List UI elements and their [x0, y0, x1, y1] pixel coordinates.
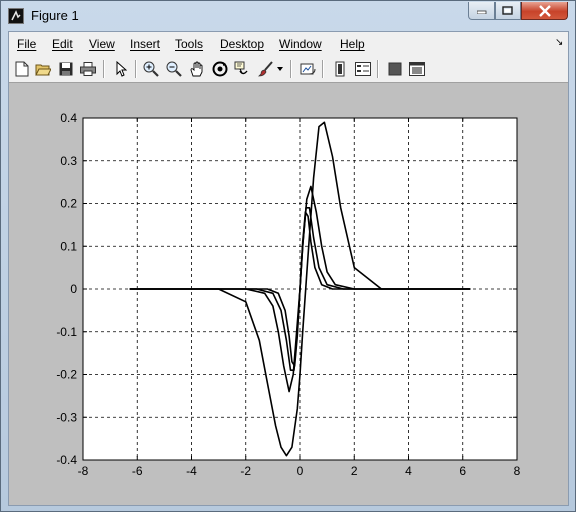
toolbar-separator: [290, 60, 292, 78]
print-icon[interactable]: [79, 60, 97, 78]
line-plot[interactable]: -8 -6 -4 -2 0 2 4 6 8 0.4 0.3 0.2 0.1 0 -0.1 -0.2 -0.3 -0…: [9, 83, 568, 505]
x-tick-label: 8: [514, 464, 521, 478]
menu-window[interactable]: Window: [279, 37, 322, 51]
x-tick-label: 2: [351, 464, 358, 478]
y-tick-label: 0.2: [60, 197, 77, 211]
x-tick-label: 4: [405, 464, 412, 478]
matlab-figure-icon: [8, 8, 24, 24]
menu-desktop[interactable]: Desktop: [220, 37, 264, 51]
toolbar-separator: [103, 60, 105, 78]
y-tick-label: 0.1: [60, 239, 77, 253]
menu-dock-arrow-icon[interactable]: ↘: [555, 37, 563, 48]
window-title: Figure 1: [31, 8, 79, 23]
close-icon: [538, 4, 551, 17]
x-tick-label: -6: [132, 464, 143, 478]
data-cursor-icon[interactable]: [233, 60, 251, 78]
x-tick-label: 0: [297, 464, 304, 478]
zoom-in-icon[interactable]: [142, 60, 160, 78]
y-tick-label: 0.4: [60, 111, 77, 125]
toolbar-separator: [135, 60, 137, 78]
brush-dropdown-icon[interactable]: [275, 60, 285, 78]
figure-toolbar: [9, 56, 568, 83]
x-tick-label: -4: [186, 464, 197, 478]
y-tick-label: 0: [70, 282, 77, 296]
maximize-button[interactable]: [495, 2, 521, 20]
open-file-icon[interactable]: [34, 60, 52, 78]
client-area: File Edit View Insert Tools Desktop Wind…: [8, 31, 569, 506]
minimize-button[interactable]: [468, 2, 495, 20]
menu-edit[interactable]: Edit: [52, 37, 73, 51]
pan-hand-icon[interactable]: [188, 60, 206, 78]
menu-insert[interactable]: Insert: [130, 37, 160, 51]
edit-plot-arrow-icon[interactable]: [112, 60, 130, 78]
link-plot-icon[interactable]: [299, 60, 317, 78]
show-plot-tools-icon[interactable]: [408, 60, 426, 78]
minimize-icon: [476, 10, 486, 14]
maximize-icon: [502, 5, 513, 15]
menu-bar: File Edit View Insert Tools Desktop Wind…: [9, 32, 568, 56]
new-figure-icon[interactable]: [13, 60, 31, 78]
x-tick-label: -8: [78, 464, 89, 478]
y-tick-label: -0.4: [56, 453, 77, 467]
insert-legend-icon[interactable]: [354, 60, 372, 78]
x-tick-label: 6: [459, 464, 466, 478]
y-tick-label: -0.2: [56, 368, 77, 382]
figure-canvas: -8 -6 -4 -2 0 2 4 6 8 0.4 0.3 0.2 0.1 0 -0.1 -0.2 -0.3 -0…: [9, 83, 568, 505]
close-button[interactable]: [521, 2, 568, 20]
menu-tools[interactable]: Tools: [175, 37, 203, 51]
insert-colorbar-icon[interactable]: [331, 60, 349, 78]
save-icon[interactable]: [57, 60, 75, 78]
toolbar-separator: [322, 60, 324, 78]
menu-view[interactable]: View: [89, 37, 115, 51]
rotate-3d-icon[interactable]: [211, 60, 229, 78]
title-bar[interactable]: Figure 1: [1, 1, 575, 31]
y-tick-label: 0.3: [60, 154, 77, 168]
menu-file[interactable]: File: [17, 37, 36, 51]
toolbar-separator: [377, 60, 379, 78]
hide-plot-tools-icon[interactable]: [386, 60, 404, 78]
figure-window: Figure 1 File Edit View Insert Tools Des…: [0, 0, 576, 512]
y-tick-label: -0.1: [56, 325, 77, 339]
y-tick-label: -0.3: [56, 410, 77, 424]
x-tick-label: -2: [240, 464, 251, 478]
brush-icon[interactable]: [257, 60, 275, 78]
menu-help[interactable]: Help: [340, 37, 365, 51]
zoom-out-icon[interactable]: [165, 60, 183, 78]
